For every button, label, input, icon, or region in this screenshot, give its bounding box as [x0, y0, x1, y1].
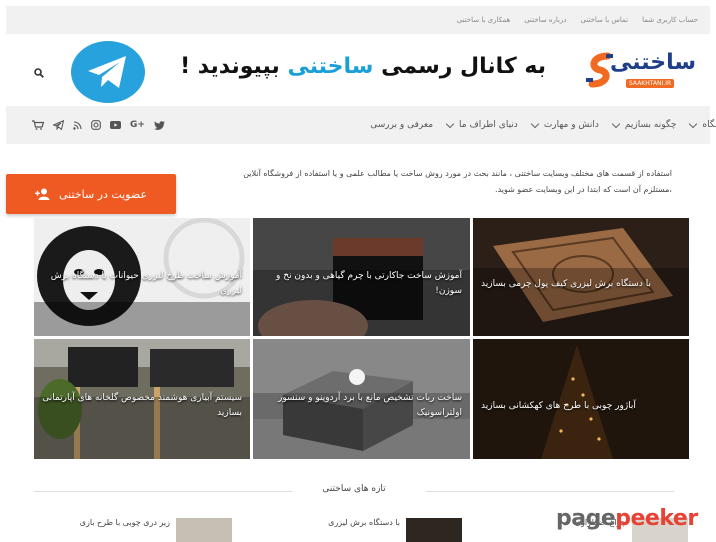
post-tile-caption: سیستم آبیاری هوشمند مخصوص گلخانه های آپا… — [42, 393, 242, 418]
top-links: حساب کاربری شما تماس با ساختنی درباره سا… — [457, 6, 710, 34]
search-icon[interactable] — [34, 68, 44, 78]
pagepeeker-watermark: pagepeeker — [556, 506, 698, 531]
twitter-icon[interactable] — [153, 120, 165, 130]
post-tile-caption: با دستگاه برش لیزری کیف پول چرمی بسازید — [481, 278, 651, 289]
top-bar: حساب کاربری شما تماس با ساختنی درباره سا… — [6, 6, 710, 34]
nav-item-label: دانش و مهارت — [543, 120, 599, 130]
telegram-banner[interactable]: به کانال رسمی ساختنی بپیوندید ! — [156, 54, 546, 90]
social-icons: G+ — [32, 106, 165, 144]
recent-post-thumbnail — [176, 518, 232, 542]
site-logo[interactable]: ساختنی SAAKHTANI.IR — [582, 46, 696, 96]
user-add-icon — [34, 188, 50, 200]
recent-section-header: تازه های ساختنی — [34, 484, 674, 498]
rss-icon[interactable] — [73, 120, 82, 130]
watermark-part-1: page — [556, 506, 616, 531]
banner-text-3: بپیوندید ! — [180, 54, 280, 79]
top-link-contact[interactable]: تماس با ساختنی — [580, 16, 628, 24]
post-tile-caption: آباژور چوبی با طرح های کهکشانی بسازید — [481, 400, 636, 411]
nav-item-how-to-build[interactable]: چگونه بسازیم — [611, 119, 677, 130]
nav-item-world[interactable]: دنیای اطراف ما — [445, 119, 518, 130]
top-link-cooperation[interactable]: همکاری با ساختنی — [457, 16, 511, 24]
telegram-icon[interactable] — [53, 120, 64, 130]
nav-item-label: معرفی و بررسی — [370, 120, 434, 130]
chevron-down-icon — [445, 119, 455, 128]
telegram-icon[interactable] — [70, 40, 146, 104]
recent-post-title: با دستگاه برش لیزری — [328, 518, 400, 527]
nav-item-label: چگونه بسازیم — [624, 120, 677, 130]
watermark-part-2: peeker — [615, 506, 698, 531]
nav-menu: فروشگاه چگونه بسازیم دانش و مهارت دنیای … — [356, 106, 716, 144]
post-tile-leather-purse[interactable]: با دستگاه برش لیزری کیف پول چرمی بسازید — [473, 218, 689, 336]
recent-post[interactable]: زیر دری چوبی با طرح بازی — [34, 516, 232, 542]
youtube-icon[interactable] — [110, 121, 121, 129]
join-button[interactable]: عضویت در ساختنی — [6, 174, 176, 214]
post-tile-irrigation[interactable]: سیستم آبیاری هوشمند مخصوص گلخانه های آپا… — [34, 339, 250, 459]
chevron-down-icon — [530, 119, 540, 128]
nav-item-store[interactable]: فروشگاه — [689, 119, 716, 130]
recent-post[interactable]: با دستگاه برش لیزری — [264, 516, 462, 542]
google-plus-icon[interactable]: G+ — [130, 120, 145, 130]
top-link-about[interactable]: درباره ساختنی — [524, 16, 566, 24]
main-nav: فروشگاه چگونه بسازیم دانش و مهارت دنیای … — [6, 106, 716, 144]
chevron-down-icon — [611, 119, 621, 128]
banner-text-2: ساختنی — [287, 54, 374, 79]
chevron-down-icon — [689, 119, 698, 128]
site-header: ساختنی SAAKHTANI.IR به کانال رسمی ساختنی… — [6, 34, 710, 106]
recent-post-title: زیر دری چوبی با طرح بازی — [79, 518, 170, 527]
nav-item-label: دنیای اطراف ما — [459, 120, 518, 130]
instagram-icon[interactable] — [91, 120, 101, 130]
nav-item-knowledge[interactable]: دانش و مهارت — [530, 119, 599, 130]
cart-icon[interactable] — [32, 120, 44, 130]
post-tile-robot[interactable]: ساخت ربات تشخیص مانع با برد آردوینو و سن… — [253, 339, 470, 459]
post-tile-caption: ساخت ربات تشخیص مانع با برد آردوینو و سن… — [277, 393, 462, 418]
logo-subtitle: SAAKHTANI.IR — [626, 79, 675, 88]
banner-text-1: به کانال رسمی — [381, 54, 546, 79]
post-tile-caption: آموزش ساخت طرح لیزری حیوانات با دستگاه ب… — [50, 271, 242, 296]
nav-item-review[interactable]: معرفی و بررسی — [370, 120, 433, 130]
join-button-label: عضویت در ساختنی — [58, 187, 148, 201]
post-tile-lion[interactable]: آموزش ساخت طرح لیزری حیوانات با دستگاه ب… — [34, 218, 250, 336]
recent-post-thumbnail — [406, 518, 462, 542]
top-link-account[interactable]: حساب کاربری شما — [642, 16, 698, 24]
recent-section-title: تازه های ساختنی — [322, 484, 386, 494]
nav-item-label: فروشگاه — [702, 120, 716, 130]
intro-text: استفاده از قسمت های مختلف وبسایت ساختنی … — [243, 169, 672, 194]
logo-text: ساختنی — [610, 50, 696, 75]
post-tile-lamp[interactable]: آباژور چوبی با طرح های کهکشانی بسازید — [473, 339, 689, 459]
post-tile-wallet[interactable]: آموزش ساخت جاکارتی با چرم گیاهی و بدون ن… — [253, 218, 470, 336]
post-tile-caption: آموزش ساخت جاکارتی با چرم گیاهی و بدون ن… — [276, 271, 462, 296]
